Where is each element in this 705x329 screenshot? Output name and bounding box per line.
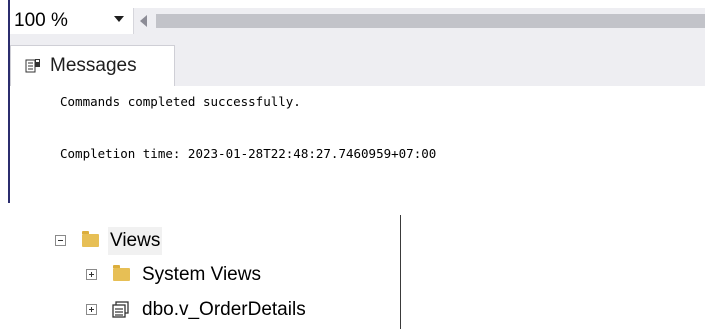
horizontal-scrollbar[interactable] [156,14,705,28]
view-icon [112,301,129,318]
zoom-bar: 100 % [10,8,705,34]
tab-messages-label: Messages [50,55,137,76]
tree-node-label: dbo.v_OrderDetails [142,299,306,320]
folder-icon [82,231,99,247]
chevron-down-icon[interactable] [114,16,124,22]
results-panel: 100 % Messages Commands completed succes… [0,0,705,203]
tab-messages[interactable]: Messages [10,45,175,86]
tree-node-system-views[interactable]: System Views [0,261,400,291]
object-explorer-tree: Views System Views dbo.v_OrderDetails [0,203,705,329]
collapse-icon[interactable] [55,235,66,246]
panel-divider [400,215,401,329]
scroll-left-icon[interactable] [140,15,147,27]
tree-node-v-orderdetails[interactable]: dbo.v_OrderDetails [0,296,400,326]
tree-node-label: Views [108,227,163,255]
tree-node-label: System Views [142,264,261,285]
folder-icon [113,265,130,281]
expand-icon[interactable] [86,304,97,315]
message-line: Commands completed successfully. [60,94,301,109]
tree-node-views[interactable]: Views [0,227,400,257]
zoom-dropdown[interactable]: 100 % [10,8,134,34]
zoom-value: 100 % [14,10,68,31]
message-line: Completion time: 2023-01-28T22:48:27.746… [60,146,437,161]
messages-icon [25,59,40,73]
expand-icon[interactable] [86,269,97,280]
